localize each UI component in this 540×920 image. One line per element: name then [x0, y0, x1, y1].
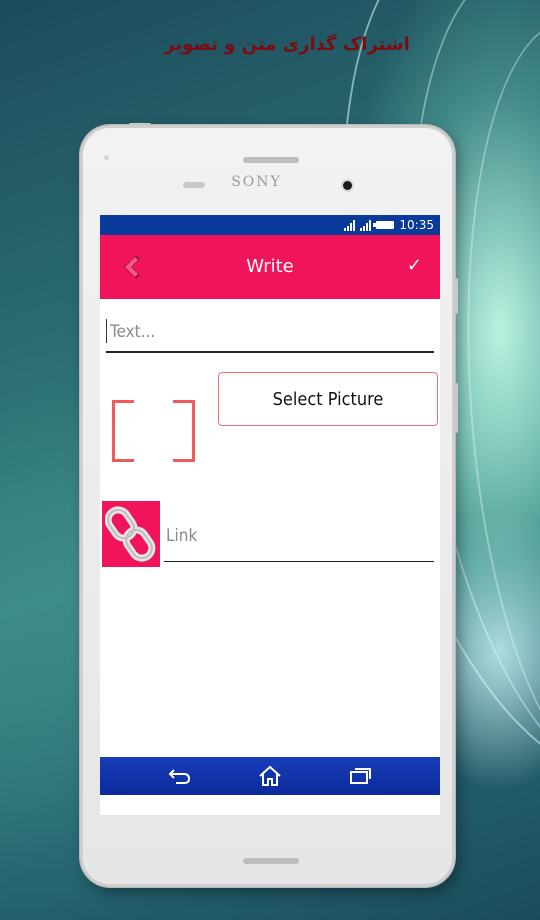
text-input[interactable] [108, 317, 432, 347]
signal-icon [360, 219, 372, 231]
power-button [454, 278, 458, 314]
phone-screen: 10:35 Write ✓ Select Picture [100, 215, 440, 815]
app-bar: Write ✓ [100, 235, 440, 299]
front-camera [343, 181, 352, 190]
indicator-dot [104, 155, 109, 160]
nav-recents-button[interactable] [344, 763, 376, 789]
nav-back-icon [168, 769, 191, 784]
battery-icon [373, 221, 395, 229]
chain-link-icon [105, 506, 156, 562]
earpiece-speaker [243, 157, 299, 163]
text-cursor [106, 319, 107, 343]
status-time: 10:35 [399, 218, 434, 232]
status-bar: 10:35 [100, 215, 440, 235]
frame-left-bracket [112, 400, 134, 462]
app-bar-title: Write [246, 256, 294, 277]
system-nav-bar [100, 757, 440, 795]
nav-home-icon [259, 765, 281, 786]
volume-button [454, 383, 458, 433]
promo-headline: اشتراک گذاری متن و تصویر [164, 34, 410, 55]
link-icon-tile [102, 501, 160, 567]
nav-recents-icon [350, 768, 371, 784]
bottom-speaker [243, 858, 299, 864]
device-brand-logo: SONY [231, 174, 282, 190]
select-picture-button[interactable]: Select Picture [218, 372, 438, 426]
link-field[interactable] [164, 511, 434, 562]
top-edge-button [129, 123, 151, 126]
picture-placeholder-frame [112, 398, 195, 464]
signal-icon [344, 219, 356, 231]
confirm-check-icon[interactable]: ✓ [407, 255, 422, 276]
frame-right-bracket [173, 400, 195, 462]
phone-mockup: SONY 10:35 Write ✓ Select Picture [80, 123, 458, 887]
nav-back-button[interactable] [164, 763, 196, 789]
link-input[interactable] [164, 521, 428, 551]
text-field[interactable] [106, 311, 434, 353]
nav-home-button[interactable] [254, 763, 286, 789]
